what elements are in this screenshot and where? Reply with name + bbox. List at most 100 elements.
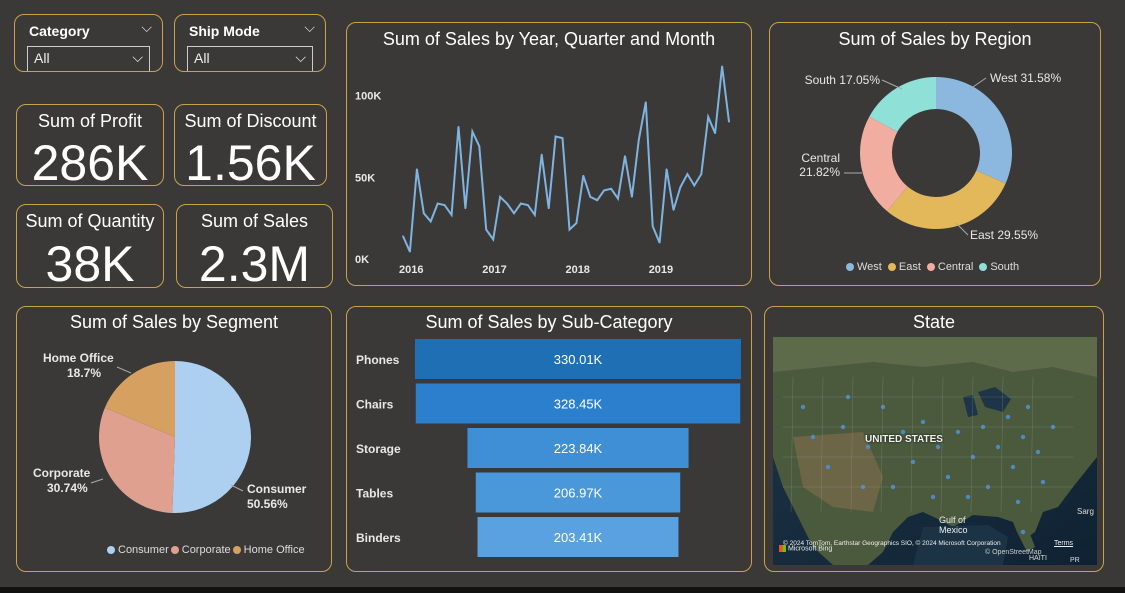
sales-point bbox=[416, 168, 418, 170]
state-marker bbox=[1010, 464, 1016, 470]
legend-item[interactable]: Home Office bbox=[232, 544, 305, 556]
sales-point bbox=[478, 145, 481, 148]
state-marker bbox=[965, 494, 971, 500]
x-tick-label: 2017 bbox=[482, 264, 506, 276]
state-marker bbox=[930, 494, 936, 500]
discount-card: Sum of Discount 1.56K bbox=[174, 104, 327, 186]
discount-card-value: 1.56K bbox=[185, 135, 316, 186]
region-data-label: South 17.05% bbox=[805, 73, 881, 87]
subcategory-label: Chairs bbox=[356, 398, 394, 412]
sales-point bbox=[672, 209, 675, 211]
legend-dot bbox=[926, 263, 935, 272]
region-slice bbox=[887, 170, 1006, 229]
sales-point bbox=[617, 197, 619, 200]
legend-dot bbox=[170, 546, 179, 555]
sales-point bbox=[651, 225, 654, 228]
map-country-label: UNITED STATES bbox=[865, 434, 943, 445]
sales-point bbox=[471, 130, 474, 133]
state-marker bbox=[955, 429, 961, 435]
legend-item[interactable]: Central bbox=[926, 261, 973, 273]
region-data-label: West 31.58% bbox=[990, 71, 1061, 85]
map-attribution: © 2024 TomTom, Earthstar Geographics SIO… bbox=[783, 540, 1001, 547]
sales-point bbox=[686, 173, 689, 175]
sales-line bbox=[402, 66, 730, 253]
legend-item[interactable]: South bbox=[979, 261, 1019, 273]
y-tick-label: 0K bbox=[355, 254, 369, 266]
sales-point bbox=[610, 187, 612, 190]
ship-mode-slicer[interactable]: Ship Mode ⌵ All ⌵ bbox=[174, 14, 326, 72]
category-slicer[interactable]: Category ⌵ All ⌵ bbox=[14, 14, 163, 72]
region-data-label: Central bbox=[801, 151, 840, 165]
chevron-down-icon: ⌵ bbox=[132, 49, 143, 65]
sales-point bbox=[575, 222, 578, 224]
subcategory-data-label: 328.45K bbox=[554, 397, 603, 412]
y-tick-label: 50K bbox=[355, 172, 375, 184]
region-data-label: 21.82% bbox=[799, 165, 840, 179]
segment-data-label: Corporate bbox=[33, 466, 91, 480]
state-marker bbox=[1040, 479, 1046, 485]
segment-data-label: Home Office bbox=[43, 351, 114, 365]
sales-by-subcategory-chart[interactable]: Sum of Sales by Sub-Category Phones 330.0… bbox=[346, 306, 752, 572]
state-marker bbox=[1025, 404, 1031, 410]
region-data-label: East 29.55% bbox=[970, 228, 1038, 242]
bottom-bar bbox=[0, 587, 1125, 593]
sales-card-label: Sum of Sales bbox=[200, 211, 309, 231]
state-marker bbox=[865, 444, 871, 450]
segment-data-label: 30.74% bbox=[47, 481, 88, 495]
state-marker bbox=[800, 404, 806, 410]
category-slicer-label: Category bbox=[29, 23, 90, 39]
sales-point bbox=[700, 173, 703, 175]
state-map-panel[interactable]: State UNITED STATES Gulf of Mexico Sarg … bbox=[764, 306, 1104, 572]
state-marker bbox=[825, 464, 831, 470]
segment-leader-line bbox=[116, 366, 132, 374]
state-marker bbox=[1020, 529, 1026, 535]
pie-chart-svg: Consumer50.56% Corporate30.74% Home Office… bbox=[33, 351, 307, 513]
map-image[interactable] bbox=[773, 337, 1097, 565]
sales-point bbox=[520, 202, 522, 205]
legend-item[interactable]: Consumer bbox=[107, 544, 169, 556]
chevron-down-icon[interactable]: ⌵ bbox=[141, 19, 152, 36]
ship-mode-dropdown[interactable]: All ⌵ bbox=[187, 46, 313, 71]
sales-point bbox=[457, 125, 460, 128]
funnel-chart-svg: Phones 330.01K Chairs 328.45K Storage 223.84K… bbox=[356, 339, 741, 557]
legend-dot bbox=[979, 263, 988, 272]
sales-by-region-chart[interactable]: Sum of Sales by Region West 31.58% East 2… bbox=[769, 22, 1101, 286]
legend-item[interactable]: East bbox=[887, 261, 921, 273]
chevron-down-icon: ⌵ bbox=[295, 49, 306, 65]
state-marker bbox=[880, 404, 886, 410]
sales-point bbox=[589, 196, 592, 198]
subcategory-data-label: 206.97K bbox=[554, 486, 603, 501]
region-leader-line bbox=[955, 222, 969, 236]
sales-point bbox=[568, 228, 571, 231]
map-terms-link[interactable]: Terms bbox=[1054, 540, 1073, 547]
legend-label: South bbox=[990, 261, 1020, 273]
segment-legend: Consumer Corporate Home Office bbox=[107, 544, 307, 556]
legend-dot bbox=[232, 546, 241, 555]
category-dropdown[interactable]: All ⌵ bbox=[27, 46, 150, 71]
category-value: All bbox=[34, 50, 50, 66]
state-marker bbox=[1035, 449, 1041, 455]
donut-chart-svg: West 31.58% East 29.55% Central21.82% South… bbox=[799, 71, 1061, 242]
quantity-card-value: 38K bbox=[45, 236, 135, 288]
region-leader-line bbox=[881, 79, 903, 90]
state-marker bbox=[945, 474, 951, 480]
sales-point bbox=[402, 235, 404, 237]
sales-by-segment-chart[interactable]: Sum of Sales by Segment Consumer 50.56% Co… bbox=[16, 306, 332, 572]
sales-by-date-chart[interactable]: Sum of Sales by Year, Quarter and Month … bbox=[346, 22, 752, 286]
sales-point bbox=[714, 132, 716, 135]
sales-point bbox=[658, 241, 661, 244]
sales-point bbox=[533, 214, 536, 216]
legend-label: West bbox=[857, 261, 882, 273]
profit-card-value: 286K bbox=[31, 135, 149, 186]
subcategory-label: Tables bbox=[356, 487, 393, 501]
chevron-down-icon[interactable]: ⌵ bbox=[304, 19, 315, 36]
sales-point bbox=[436, 202, 439, 205]
legend-item[interactable]: Corporate bbox=[170, 544, 231, 556]
subcategory-label: Storage bbox=[356, 442, 401, 456]
line-chart-svg: 0K 50K 100K 2016 2017 2018 2019 bbox=[355, 65, 730, 276]
sales-point bbox=[728, 121, 730, 123]
sales-point bbox=[582, 174, 585, 177]
sales-point bbox=[464, 207, 467, 210]
legend-item[interactable]: West bbox=[846, 261, 882, 273]
discount-card-label: Sum of Discount bbox=[184, 111, 317, 131]
